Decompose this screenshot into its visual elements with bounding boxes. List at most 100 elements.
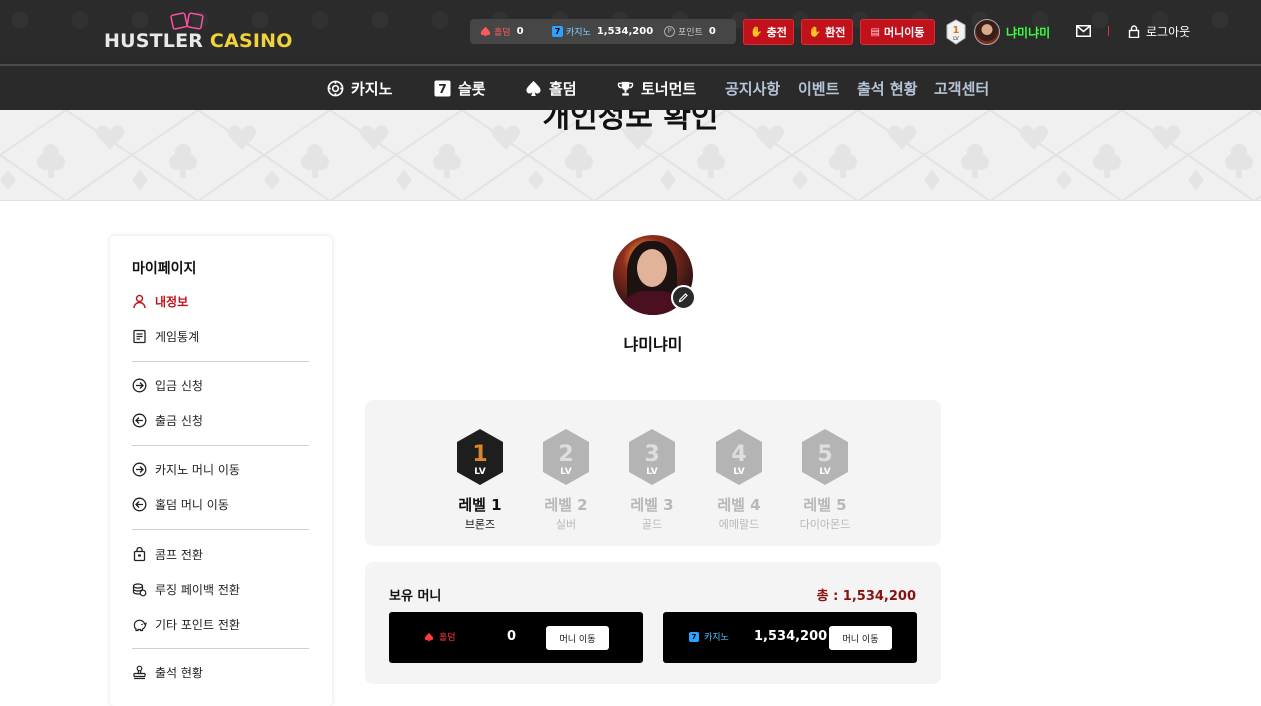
money-title: 보유 머니 [389,589,442,604]
logo[interactable]: HUSTLER CASINO [104,12,292,56]
sidebar-item-losing-payback[interactable]: 루징 페이백 전환 [132,581,240,598]
casino-chip-icon [327,80,344,97]
wallet-icon: ▤ [870,26,880,38]
holdem-money-move-button[interactable]: 머니 이동 [546,626,609,650]
level-item-4: 4 LV 레벨 4 에메랄드 [704,428,774,532]
sidebar-divider [132,648,309,649]
lock-icon [1128,25,1140,38]
sidebar-item-withdraw[interactable]: 출금 신청 [132,412,203,429]
level-item-2: 2 LV 레벨 2 실버 [531,428,601,532]
svg-text:7: 7 [438,82,447,96]
nav-support[interactable]: 고객센터 [934,78,989,99]
casino-money-move-button[interactable]: 머니 이동 [829,626,892,650]
coins-icon [132,583,147,597]
exchange-button[interactable]: ✋ 환전 [801,19,853,45]
main-nav: 카지노 7 슬롯 홀덤 토너먼트 공지사항 이벤트 출석 현황 고객센터 [0,64,1261,110]
nav-event[interactable]: 이벤트 [798,78,839,99]
charge-button[interactable]: ✋ 충전 [743,19,794,45]
sidebar-item-casino-money-move[interactable]: 카지노 머니 이동 [132,461,240,478]
casino-balance: 7 카지노 1,534,200 [552,25,664,38]
profile-nickname: 냐미냐미 [623,335,683,354]
user-icon [133,294,146,309]
svg-text:1: 1 [472,442,487,467]
sidebar-title: 마이페이지 [132,261,197,277]
holdem-wallet: 홀덤 0 머니 이동 [389,612,643,663]
divider [1108,26,1109,36]
svg-text:LV: LV [819,467,830,477]
level-5-badge-icon: 5 LV [802,429,848,485]
svg-text:1: 1 [953,25,960,36]
money-panel: 보유 머니 총 : 1,534,200 홀덤 0 머니 이동 7 카지노 1,5… [365,562,941,684]
mypage-sidebar: 마이페이지 내정보 게임통계 입금 신청 출금 신청 카지노 머니 이동 홀덤 … [110,236,332,706]
nav-slot[interactable]: 7 슬롯 [434,78,486,99]
svg-text:2: 2 [558,442,573,467]
nav-holdem[interactable]: 홀덤 [525,78,577,99]
point-balance: P 포인트 0 [664,25,726,38]
arrow-right-circle-icon [132,378,147,393]
sidebar-item-comp-convert[interactable]: 콤프 전환 [132,546,203,563]
level-2-badge-icon: 2 LV [543,429,589,485]
level-item-5: 5 LV 레벨 5 다이아몬드 [790,428,860,532]
svg-text:5: 5 [817,442,832,467]
sidebar-item-deposit[interactable]: 입금 신청 [132,377,203,394]
money-total: 총 : 1,534,200 [816,589,916,604]
sidebar-item-game-stats[interactable]: 게임통계 [132,328,199,345]
level-4-badge-icon: 4 LV [716,429,762,485]
nav-tournament[interactable]: 토너먼트 [617,78,696,99]
sidebar-divider [132,361,309,362]
point-icon: P [664,26,675,37]
casino-wallet: 7 카지노 1,534,200 머니 이동 [663,612,917,663]
casino-wallet-value: 1,534,200 [754,629,828,644]
piggy-icon [133,619,147,632]
point-balance-value: 0 [708,26,716,37]
logout-button[interactable]: 로그아웃 [1128,23,1190,40]
stamp-icon [133,665,146,680]
spade-icon [526,80,541,97]
page-title: 개인정보 확인 [542,110,719,135]
hero-banner: 개인정보 확인 [0,110,1261,201]
nav-attendance[interactable]: 출석 현황 [857,78,917,99]
casino-balance-value: 1,534,200 [596,26,654,37]
nav-casino[interactable]: 카지노 [327,78,392,99]
sidebar-divider [132,529,309,530]
sidebar-item-attendance[interactable]: 출석 현황 [132,664,203,681]
sidebar-item-other-point[interactable]: 기타 포인트 전환 [132,616,240,633]
logo-text: HUSTLER CASINO [104,30,293,52]
level-panel: 1 LV 레벨 1 브론즈 2 LV 레벨 2 실버 3 LV 레벨 3 골드 … [365,400,941,546]
svg-text:LV: LV [474,467,485,477]
nav-notice[interactable]: 공지사항 [725,78,780,99]
holdem-balance: 홀덤 0 [480,25,552,38]
trophy-icon [617,81,634,96]
spade-icon [480,26,491,37]
svg-text:LV: LV [733,467,744,477]
svg-text:3: 3 [644,442,659,467]
arrow-right-circle-icon [132,462,147,477]
document-icon [133,329,146,344]
holdem-balance-value: 0 [516,26,524,37]
level-3-badge-icon: 3 LV [629,429,675,485]
cards-logo-icon [170,12,204,30]
level-1-badge-icon: 1 LV [457,429,503,485]
user-avatar[interactable] [974,19,1000,45]
sidebar-item-my-info[interactable]: 내정보 [132,293,188,310]
level-item-1: 1 LV 레벨 1 브론즈 [445,428,515,532]
svg-text:4: 4 [731,442,746,467]
hand-coin-icon: ✋ [808,26,822,38]
balance-bar: 홀덤 0 7 카지노 1,534,200 P 포인트 0 [470,19,736,44]
spade-icon [424,632,434,641]
level-item-3: 3 LV 레벨 3 골드 [617,428,687,532]
sidebar-item-holdem-money-move[interactable]: 홀덤 머니 이동 [132,496,229,513]
money-move-button[interactable]: ▤ 머니이동 [860,19,935,45]
svg-text:LV: LV [953,36,959,42]
arrow-left-circle-icon [132,497,147,512]
pencil-icon [678,293,688,303]
holdem-wallet-value: 0 [507,629,517,644]
user-nickname[interactable]: 냐미냐미 [1006,24,1050,41]
arrow-left-circle-icon [132,413,147,428]
level-badge-icon: 1 LV [946,19,966,45]
svg-text:LV: LV [560,467,571,477]
svg-text:LV: LV [646,467,657,477]
mail-icon[interactable] [1076,25,1091,37]
edit-avatar-button[interactable] [671,285,696,310]
slot-seven-icon: 7 [434,80,451,97]
